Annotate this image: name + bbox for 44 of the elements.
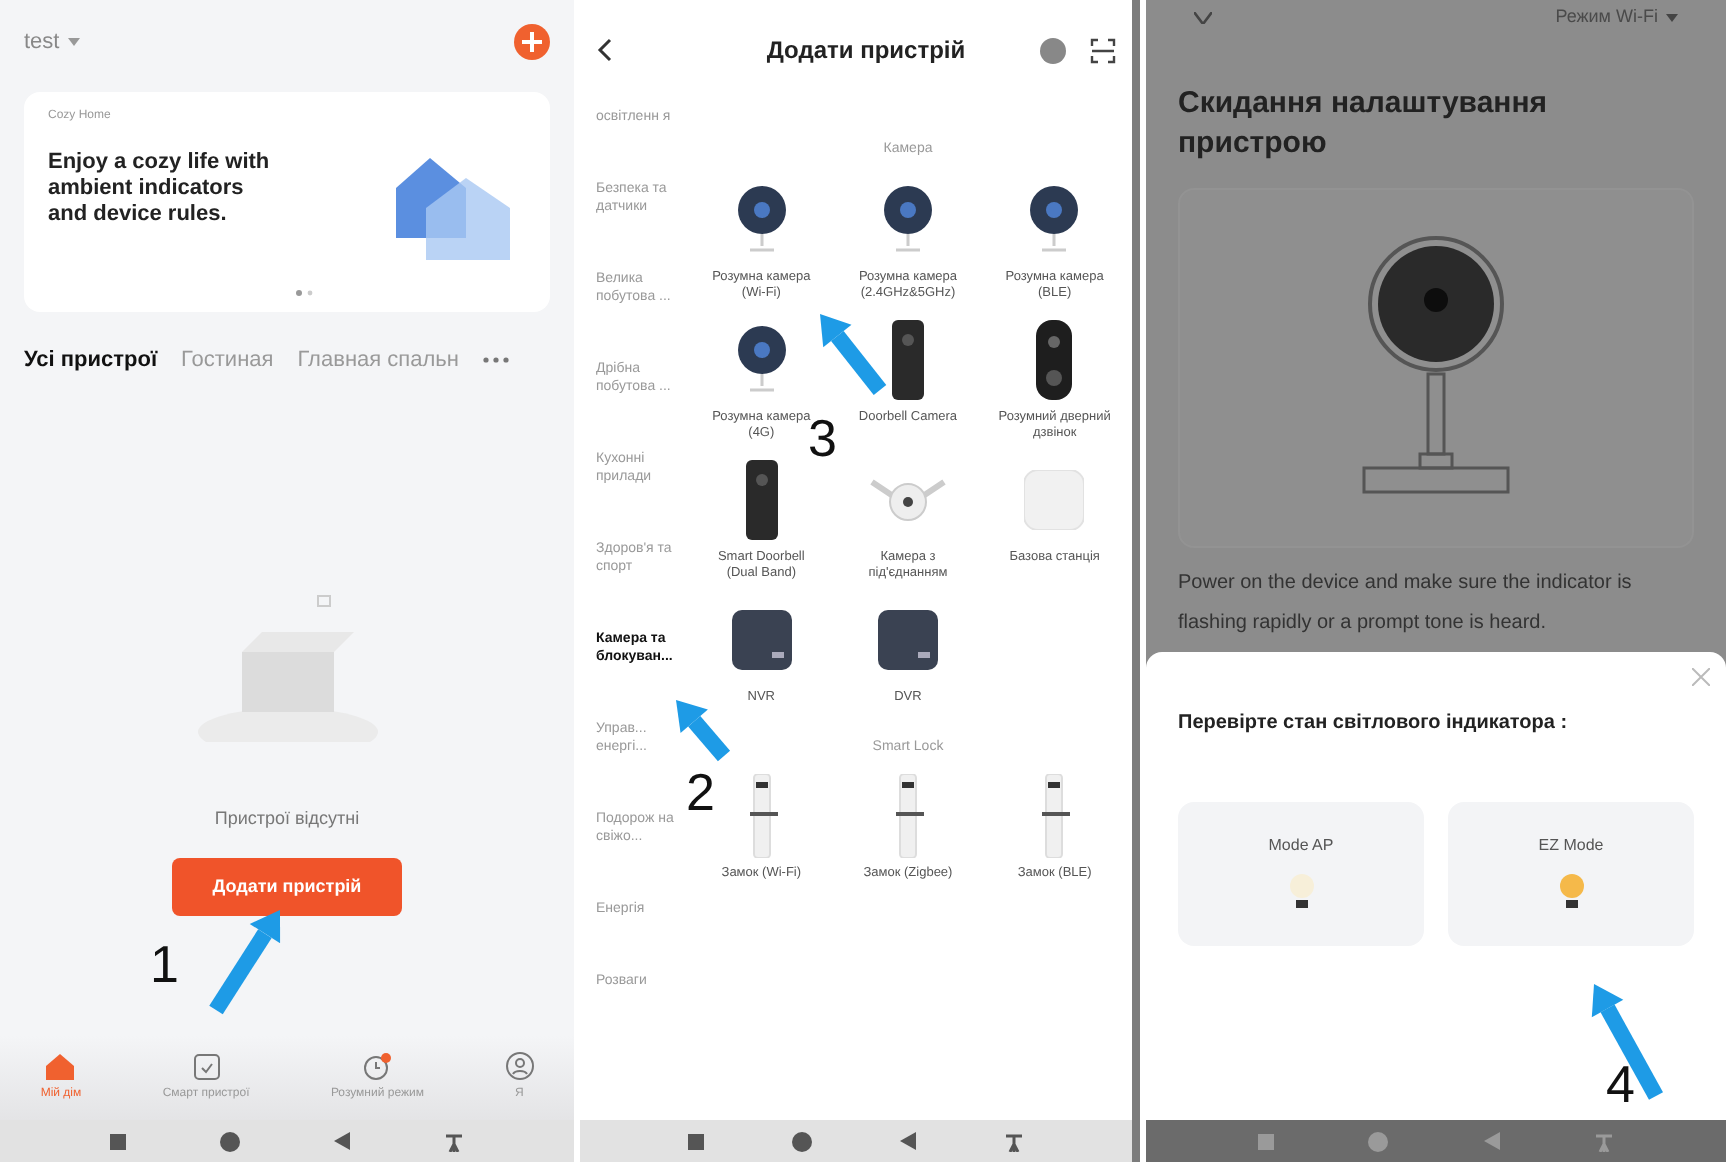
back-icon[interactable]: [596, 38, 612, 62]
scan-icon[interactable]: [1089, 37, 1116, 63]
mode-option-card[interactable]: Mode AP: [1178, 802, 1424, 946]
caret-icon: [1666, 14, 1678, 22]
banner-text: Enjoy a cozy life with ambient indicators and device rules.: [48, 150, 272, 228]
room-tab[interactable]: Усі пристрої: [24, 344, 158, 377]
back-triangle-icon[interactable]: [333, 1132, 350, 1150]
pointer-arrow: [820, 314, 887, 395]
clock-badge-icon: [362, 1052, 393, 1080]
base-station-icon: [1024, 469, 1085, 529]
mode-option-card[interactable]: EZ Mode: [1448, 802, 1694, 946]
doorbell-icon: [1036, 319, 1073, 399]
square-icon[interactable]: [688, 1133, 704, 1149]
reset-title: Скидання налаштування пристрою: [1176, 84, 1550, 164]
step-number: 4: [1606, 1056, 1635, 1112]
add-icon[interactable]: [514, 24, 550, 60]
instructions-text: Power on the device and make sure the indicator is flashing rapidly or a prompt tone is heard.: [1176, 570, 1634, 638]
carousel-dots: [296, 290, 316, 296]
doorbell-icon: [891, 319, 924, 399]
empty-message: Пристрої відсутні: [214, 806, 360, 832]
screen-title: Додати пристрій: [766, 34, 966, 68]
home-icon: [46, 1053, 75, 1079]
step-number: 2: [686, 764, 715, 820]
step-number: 1: [150, 936, 179, 992]
accessibility-icon[interactable]: [443, 1131, 464, 1151]
pointer-arrow: [1591, 984, 1663, 1100]
circle-icon[interactable]: [1039, 37, 1066, 63]
circle-icon[interactable]: [792, 1131, 812, 1151]
caret-icon: [67, 38, 80, 46]
profile-icon: [505, 1052, 534, 1080]
accessibility-icon[interactable]: [1004, 1131, 1024, 1151]
add-device-button[interactable]: Додати пристрій: [172, 857, 402, 916]
pointer-arrow: [676, 700, 731, 762]
checkbox-icon: [193, 1053, 220, 1079]
doorbell-icon: [745, 459, 778, 539]
step-number: 3: [808, 410, 837, 466]
more-icon[interactable]: [482, 356, 511, 365]
recorder-icon: [731, 609, 792, 669]
square-icon[interactable]: [110, 1133, 127, 1149]
back-triangle-icon[interactable]: [900, 1132, 916, 1150]
sheet-title: Перевірте стан світлового індикатора :: [1178, 710, 1570, 738]
circle-icon[interactable]: [220, 1131, 241, 1151]
recorder-icon: [877, 609, 938, 669]
pointer-arrow: [209, 910, 281, 1015]
